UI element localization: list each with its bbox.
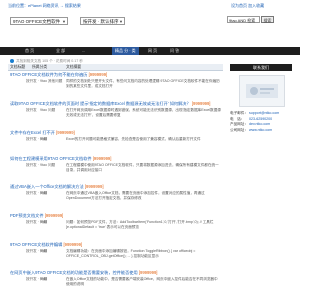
result-title-link[interactable]: 如何在工程建模采用9TAO OFFICE文档软件 [9999999] [10, 156, 111, 162]
result-title-link[interactable]: 在网页中嵌入9TAO OFFICE文档的功能是否需要安装，控件能否使用 [999… [10, 270, 157, 276]
header-category: 所属分类 [32, 65, 48, 69]
result-badge: [9999999] [92, 156, 112, 161]
result-type: 问题 [40, 137, 48, 141]
chevron-down-icon: ▼ [62, 19, 66, 24]
result-title-link[interactable]: PDF预览文档文件 [9999999] [10, 213, 63, 219]
sort-filter-select[interactable]: 按开发 · 默认排序 ▼ [80, 17, 125, 25]
result-summary: Excel的打开问题可能是格式兼容，先检查是否使用了兼容模式，确认后重新打开文件 [66, 137, 201, 141]
email-link[interactable]: support@ntko.com [249, 111, 279, 115]
result-type: 9tao 问题 [40, 108, 56, 112]
result-category-text: 按开发 · 9tao 问题 [26, 163, 56, 167]
result-summary: 文档编辑功能：在页面中添加编辑按钮，Function ToggleRibbon(… [66, 249, 196, 258]
contact-label: 公司网址： [230, 127, 248, 132]
result-badge: [9999999] [56, 130, 75, 135]
result-title-text: 在网页中嵌入9TAO OFFICE文档的功能是否需要安装，控件能否使用 [10, 270, 138, 275]
result-title-text: 通过VBA嵌入一个Office文档的解决方法 [10, 184, 84, 189]
nav-item-more[interactable]: ... [82, 47, 85, 55]
contact-sidebar: 联系我们 电子邮件：support@ntko.com 电 话： 023-62590… [230, 64, 292, 133]
result-type: 问题 [40, 220, 48, 224]
result-title-text: 文件中存在Excel 打不开 [10, 130, 55, 135]
sort-filter-value: 按开发 · 默认排序 [83, 19, 119, 24]
company-site-link[interactable]: www.ntko.com [249, 128, 272, 132]
main-nav: 首 页 全 部 ... 精品 分 · 类 网 页 问 答 [0, 47, 300, 55]
result-title-text: PDF预览文档文件 [10, 213, 44, 218]
result-category-text: 按开发 [26, 108, 37, 112]
result-summary: 在嵌入Office文档的功能中，是否需要客户端安装Office，网页中嵌入控件后… [66, 277, 218, 286]
result-category: 按开发 · 9tao 问题 [26, 220, 47, 225]
search-stats-text: 共找到相关文档 105 个 · 花费时间 0.17 秒 [16, 59, 83, 63]
result-type: 问题 [40, 277, 48, 281]
result-category: 按开发 · 9tao 问题 [26, 163, 55, 168]
header-summary: 文档摘要 [66, 65, 82, 69]
result-category: 按开发 · 9tao 问题 [26, 137, 47, 142]
company-logo [239, 75, 285, 107]
result-summary: 在网页中通过VBA嵌入Office文档，需要在页面中添加控件，设置对应的属性值，… [66, 191, 205, 200]
search-input[interactable]: 9tao AND 检索 [227, 16, 260, 23]
result-category: 按开发 · 9tao 问题 [26, 191, 47, 196]
result-category-text: 按开发 · 9tao 其他问题 [26, 79, 63, 83]
result-badge: [9999999] [138, 270, 158, 275]
contact-company-site: 公司网址：www.ntko.com [230, 128, 292, 134]
sidebar-title: 联系我们 [230, 64, 292, 71]
result-category: 按开发 · 9tao 问题 [26, 249, 47, 254]
software-filter-value: 9TAO OFFICE文档软件 [13, 19, 61, 24]
result-badge: [9999999] [84, 184, 104, 189]
result-title-text: 9TAO OFFICE文档软件为何不能在你遍历 [10, 72, 88, 77]
top-bar: 当前位置：ePlanet 网络资讯 → 搜索结果 9TAO OFFICE文档软件… [0, 0, 300, 40]
info-icon [10, 59, 14, 64]
result-category: 按开发 9tao 问题 [26, 108, 55, 113]
result-title-text: 9TAO OFFICE文档软件编辑 [10, 242, 63, 247]
result-summary: 在打开网页调用Excel数据源时遇到错误，系统可能无法识别数据源，出现'指定数据… [66, 108, 221, 117]
search-button[interactable]: 搜索 [261, 16, 274, 23]
result-title-link[interactable]: 通过VBA嵌入一个Office文档的解决方法 [9999999] [10, 184, 104, 190]
header-title: 文档标题 [10, 65, 26, 69]
nav-item-all[interactable]: 全 部 [56, 47, 65, 55]
result-summary: 在工程建模中使用9TAO OFFICE文档软件，只要将数据源添加进去，确保所有建… [66, 163, 219, 172]
breadcrumb[interactable]: 当前位置：ePlanet 网络资讯 → 搜索结果 [8, 3, 81, 9]
bookmark-link[interactable]: 设为首页 加入收藏 [231, 3, 264, 9]
result-badge: [9999999] [191, 101, 211, 106]
phone-value: 023-62590200 [249, 116, 273, 121]
nav-item-qa[interactable]: 问 答 [170, 47, 179, 55]
contact-list: 电子邮件：support@ntko.com 电 话： 023-62590200 产… [230, 111, 292, 133]
result-title-link[interactable]: 9TAO OFFICE文档软件编辑 [9999999] [10, 242, 82, 248]
result-badge: [9999999] [63, 242, 83, 247]
result-title-text: 如何在工程建模采用9TAO OFFICE文档软件 [10, 156, 92, 161]
result-type: 问题 [40, 191, 48, 195]
result-category: 按开发 · 9tao 其他问题 [26, 79, 62, 84]
result-category: 按开发 · 9tao 问题 [26, 277, 47, 282]
results-table-header: 文档标题 所属分类 文档摘要 [8, 64, 223, 71]
software-filter-select[interactable]: 9TAO OFFICE文档软件 ▼ [10, 17, 68, 25]
result-title-link[interactable]: 文件中存在Excel 打不开 [9999999] [10, 130, 75, 136]
result-type: 问题 [40, 249, 48, 253]
nav-item-home[interactable]: 首 页 [25, 47, 34, 55]
result-title-link[interactable]: 9TAO OFFICE文档软件为何不能在你遍历 [9999999] [10, 72, 107, 78]
result-badge: [9999999] [88, 72, 108, 77]
result-badge: [9999999] [44, 213, 64, 218]
nav-item-featured[interactable]: 精品 分 · 类 [112, 47, 139, 55]
result-title-text: 读取9TAO OFFICE文档软件的页面时 提示'指定的数据库Excel 数据源… [10, 101, 191, 106]
chevron-down-icon: ▼ [119, 19, 123, 24]
product-site-link[interactable]: dev.ntko.com [249, 122, 270, 126]
result-title-link[interactable]: 读取9TAO OFFICE文档软件的页面时 提示'指定的数据库Excel 数据源… [10, 101, 210, 107]
result-summary: 问题：如何预览PDF文件，方法：AddToolbarItem('Function… [66, 220, 214, 229]
result-summary: 同样的文档到处只是开头文件，有些问文档内容的处理逻辑 9TAO OFFICE文档… [66, 79, 220, 88]
nav-item-web[interactable]: 网 页 [148, 47, 157, 55]
